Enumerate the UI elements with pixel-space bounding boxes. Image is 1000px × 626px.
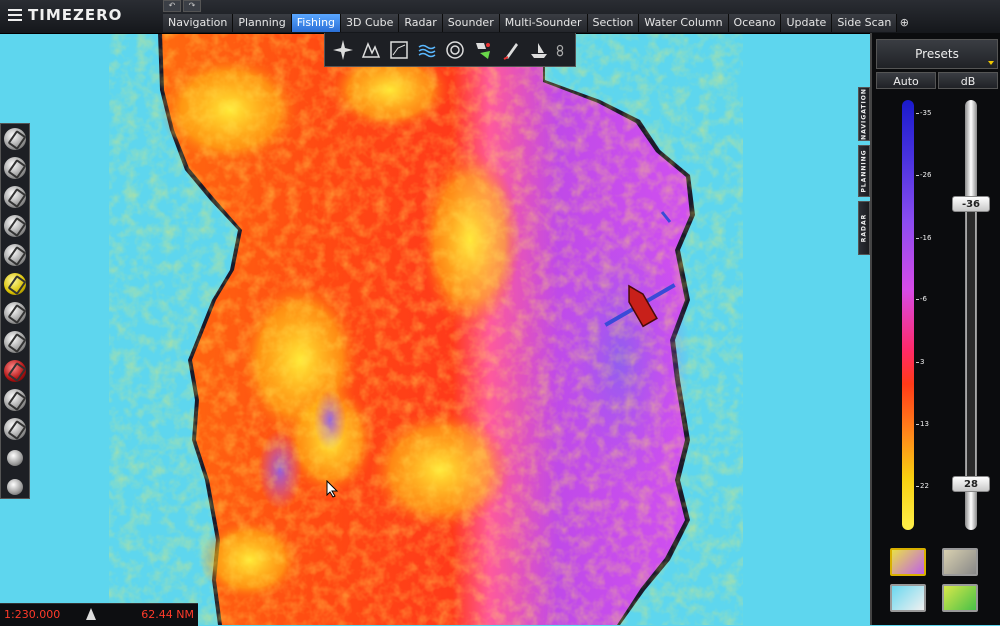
left-toolbar bbox=[0, 123, 30, 499]
presets-label: Presets bbox=[915, 47, 959, 61]
tab-side-scan[interactable]: Side Scan bbox=[832, 14, 898, 32]
add-tab-icon[interactable]: ⊕ bbox=[897, 14, 911, 32]
frame-icon[interactable] bbox=[385, 36, 413, 64]
fish-icon[interactable] bbox=[469, 36, 497, 64]
tab-multi-sounder[interactable]: Multi-Sounder bbox=[499, 14, 588, 32]
hand-icon[interactable] bbox=[1, 270, 29, 298]
scale-tick-label: -6 bbox=[920, 295, 927, 303]
brand-label: TIMEZERO bbox=[28, 6, 123, 24]
top-bar: TIMEZERO ↶ ↷ Navigation Planning Fishing… bbox=[0, 0, 1000, 34]
scale-readout: 1:230.000 bbox=[4, 608, 61, 621]
presets-dropdown[interactable]: Presets bbox=[876, 39, 998, 69]
ebl-icon[interactable] bbox=[1, 415, 29, 443]
gear-icon[interactable] bbox=[553, 36, 567, 64]
redo-button[interactable]: ↷ bbox=[183, 0, 201, 12]
tab-planning[interactable]: Planning bbox=[233, 14, 292, 32]
ais-icon[interactable] bbox=[1, 357, 29, 385]
settings-b-icon[interactable] bbox=[1, 473, 29, 501]
range-icon[interactable] bbox=[1, 328, 29, 356]
zoom-out-icon[interactable] bbox=[1, 241, 29, 269]
tab-oceano[interactable]: Oceano bbox=[728, 14, 782, 32]
depth-shading-icon[interactable] bbox=[942, 584, 978, 612]
lower-slider-handle[interactable]: 28 bbox=[952, 476, 990, 492]
side-tab-planning[interactable]: PLANNING bbox=[858, 145, 870, 197]
side-tab-navigation[interactable]: NAVIGATION bbox=[858, 87, 870, 141]
tab-3d-cube[interactable]: 3D Cube bbox=[341, 14, 400, 32]
shaded-relief-icon[interactable] bbox=[942, 548, 978, 576]
workspace-tabs: Navigation Planning Fishing 3D Cube Rada… bbox=[163, 14, 911, 32]
tab-fishing[interactable]: Fishing bbox=[291, 14, 342, 32]
upper-slider-handle[interactable]: -36 bbox=[952, 196, 990, 212]
menu-icon bbox=[8, 9, 22, 21]
chart-icon[interactable] bbox=[357, 36, 385, 64]
tab-water-column[interactable]: Water Column bbox=[639, 14, 729, 32]
undo-redo-group: ↶ ↷ bbox=[163, 0, 201, 12]
undo-button[interactable]: ↶ bbox=[163, 0, 181, 12]
target-icon[interactable] bbox=[441, 36, 469, 64]
scale-tick-label: -35 bbox=[920, 109, 932, 117]
mark-tool-icon[interactable] bbox=[1, 183, 29, 211]
range-readout: 62.44 NM bbox=[141, 608, 194, 621]
app-menu-button[interactable]: TIMEZERO bbox=[8, 6, 122, 24]
tab-sounder[interactable]: Sounder bbox=[442, 14, 500, 32]
depth-color-bar bbox=[902, 100, 914, 530]
bathymetry-chart[interactable] bbox=[0, 33, 870, 625]
tab-section[interactable]: Section bbox=[587, 14, 640, 32]
center-icon[interactable] bbox=[1, 299, 29, 327]
contour-icon[interactable] bbox=[890, 584, 926, 612]
status-bar: 1:230.000 62.44 NM bbox=[0, 603, 198, 626]
mode-toolbar bbox=[324, 33, 576, 67]
boat-icon[interactable] bbox=[525, 36, 553, 64]
settings-a-icon[interactable] bbox=[1, 444, 29, 472]
scale-tick-label: -16 bbox=[920, 234, 932, 242]
mouse-cursor-icon bbox=[326, 480, 338, 498]
compass-icon[interactable] bbox=[329, 36, 357, 64]
tab-radar[interactable]: Radar bbox=[399, 14, 443, 32]
side-tab-radar[interactable]: RADAR bbox=[858, 201, 870, 255]
db-button[interactable]: dB bbox=[938, 72, 998, 89]
auto-button[interactable]: Auto bbox=[876, 72, 936, 89]
color-scale-panel: Presets Auto dB -35 -26 -16 -6 3 13 22 -… bbox=[870, 33, 1000, 625]
gain-slider-range bbox=[967, 208, 975, 478]
scale-tick-label: 3 bbox=[920, 358, 925, 366]
route-tool-icon[interactable] bbox=[1, 154, 29, 182]
scale-tick-label: -26 bbox=[920, 171, 932, 179]
tab-navigation[interactable]: Navigation bbox=[163, 14, 234, 32]
measure-icon[interactable] bbox=[1, 386, 29, 414]
scale-tick-label: 22 bbox=[920, 482, 929, 490]
tab-update[interactable]: Update bbox=[781, 14, 833, 32]
north-arrow-icon[interactable] bbox=[86, 608, 96, 620]
scale-tick-label: 13 bbox=[920, 420, 929, 428]
bathymetry-map[interactable] bbox=[0, 33, 870, 625]
zoom-in-icon[interactable] bbox=[1, 212, 29, 240]
pen-icon[interactable] bbox=[497, 36, 525, 64]
waves-icon[interactable] bbox=[413, 36, 441, 64]
chevron-down-icon bbox=[988, 61, 994, 65]
boat-tool-icon[interactable] bbox=[1, 125, 29, 153]
palette-icon[interactable] bbox=[890, 548, 926, 576]
